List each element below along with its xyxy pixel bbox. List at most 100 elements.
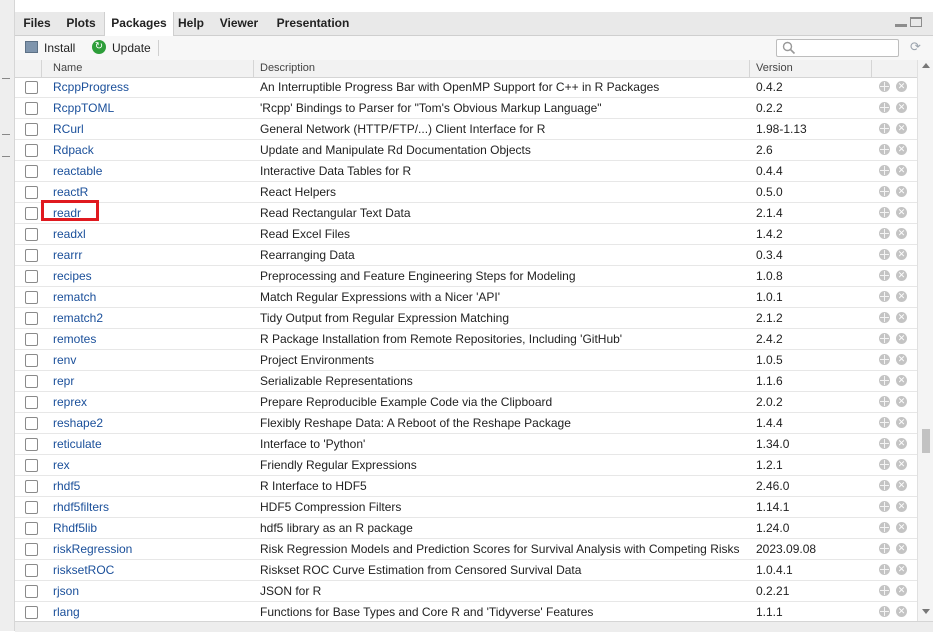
package-search-input[interactable] [776, 39, 899, 57]
globe-icon[interactable] [879, 186, 890, 197]
package-load-checkbox[interactable] [25, 144, 38, 157]
scroll-up-arrow-icon[interactable] [922, 63, 930, 68]
package-name-link[interactable]: Rhdf5lib [53, 518, 97, 539]
globe-icon[interactable] [879, 354, 890, 365]
globe-icon[interactable] [879, 144, 890, 155]
package-name-link[interactable]: rearrr [53, 245, 82, 266]
package-name-link[interactable]: rematch [53, 287, 96, 308]
package-load-checkbox[interactable] [25, 585, 38, 598]
package-load-checkbox[interactable] [25, 522, 38, 535]
package-load-checkbox[interactable] [25, 249, 38, 262]
package-name-link[interactable]: reshape2 [53, 413, 103, 434]
remove-package-icon[interactable]: ✕ [896, 102, 907, 113]
globe-icon[interactable] [879, 81, 890, 92]
remove-package-icon[interactable]: ✕ [896, 438, 907, 449]
globe-icon[interactable] [879, 480, 890, 491]
tab-plots[interactable]: Plots [59, 12, 103, 35]
install-button[interactable]: Install [25, 40, 77, 56]
package-load-checkbox[interactable] [25, 312, 38, 325]
package-name-link[interactable]: rematch2 [53, 308, 103, 329]
remove-package-icon[interactable]: ✕ [896, 585, 907, 596]
package-name-link[interactable]: Rdpack [53, 140, 94, 161]
remove-package-icon[interactable]: ✕ [896, 333, 907, 344]
package-name-link[interactable]: renv [53, 350, 76, 371]
globe-icon[interactable] [879, 291, 890, 302]
remove-package-icon[interactable]: ✕ [896, 480, 907, 491]
package-name-link[interactable]: risksetROC [53, 560, 114, 581]
package-name-link[interactable]: remotes [53, 329, 96, 350]
package-load-checkbox[interactable] [25, 333, 38, 346]
column-header-version[interactable]: Version [756, 60, 793, 77]
package-load-checkbox[interactable] [25, 543, 38, 556]
globe-icon[interactable] [879, 501, 890, 512]
globe-icon[interactable] [879, 207, 890, 218]
package-load-checkbox[interactable] [25, 438, 38, 451]
globe-icon[interactable] [879, 564, 890, 575]
column-header-description[interactable]: Description [260, 60, 315, 77]
package-name-link[interactable]: rex [53, 455, 70, 476]
globe-icon[interactable] [879, 123, 890, 134]
globe-icon[interactable] [879, 606, 890, 617]
package-name-link[interactable]: riskRegression [53, 539, 132, 560]
column-header-name[interactable]: Name [53, 60, 82, 77]
package-load-checkbox[interactable] [25, 375, 38, 388]
globe-icon[interactable] [879, 249, 890, 260]
globe-icon[interactable] [879, 375, 890, 386]
package-load-checkbox[interactable] [25, 165, 38, 178]
globe-icon[interactable] [879, 396, 890, 407]
globe-icon[interactable] [879, 165, 890, 176]
vertical-scrollbar[interactable] [917, 60, 933, 621]
update-button[interactable]: ↻ Update [92, 40, 152, 56]
remove-package-icon[interactable]: ✕ [896, 312, 907, 323]
remove-package-icon[interactable]: ✕ [896, 123, 907, 134]
minimize-pane-icon[interactable] [895, 24, 907, 34]
package-load-checkbox[interactable] [25, 291, 38, 304]
package-load-checkbox[interactable] [25, 564, 38, 577]
package-load-checkbox[interactable] [25, 207, 38, 220]
package-load-checkbox[interactable] [25, 81, 38, 94]
package-load-checkbox[interactable] [25, 102, 38, 115]
package-load-checkbox[interactable] [25, 186, 38, 199]
remove-package-icon[interactable]: ✕ [896, 564, 907, 575]
package-load-checkbox[interactable] [25, 123, 38, 136]
package-load-checkbox[interactable] [25, 354, 38, 367]
globe-icon[interactable] [879, 102, 890, 113]
globe-icon[interactable] [879, 333, 890, 344]
remove-package-icon[interactable]: ✕ [896, 228, 907, 239]
globe-icon[interactable] [879, 228, 890, 239]
scroll-down-arrow-icon[interactable] [922, 609, 930, 614]
package-name-link[interactable]: repr [53, 371, 74, 392]
remove-package-icon[interactable]: ✕ [896, 459, 907, 470]
remove-package-icon[interactable]: ✕ [896, 354, 907, 365]
package-load-checkbox[interactable] [25, 396, 38, 409]
remove-package-icon[interactable]: ✕ [896, 144, 907, 155]
package-name-link[interactable]: reprex [53, 392, 87, 413]
remove-package-icon[interactable]: ✕ [896, 543, 907, 554]
remove-package-icon[interactable]: ✕ [896, 291, 907, 302]
remove-package-icon[interactable]: ✕ [896, 207, 907, 218]
package-name-link[interactable]: rhdf5 [53, 476, 80, 497]
package-name-link[interactable]: reactable [53, 161, 102, 182]
package-load-checkbox[interactable] [25, 501, 38, 514]
package-name-link[interactable]: RcppProgress [53, 77, 129, 98]
refresh-icon[interactable]: ⟳ [910, 40, 924, 54]
package-name-link[interactable]: rjson [53, 581, 79, 602]
tab-help[interactable]: Help [174, 12, 208, 35]
tab-files[interactable]: Files [18, 12, 56, 35]
tab-packages[interactable]: Packages [104, 12, 174, 36]
package-name-link[interactable]: rlang [53, 602, 80, 623]
package-load-checkbox[interactable] [25, 459, 38, 472]
package-name-link[interactable]: reticulate [53, 434, 102, 455]
globe-icon[interactable] [879, 312, 890, 323]
globe-icon[interactable] [879, 522, 890, 533]
remove-package-icon[interactable]: ✕ [896, 522, 907, 533]
remove-package-icon[interactable]: ✕ [896, 249, 907, 260]
remove-package-icon[interactable]: ✕ [896, 270, 907, 281]
package-load-checkbox[interactable] [25, 270, 38, 283]
globe-icon[interactable] [879, 417, 890, 428]
package-name-link[interactable]: rhdf5filters [53, 497, 109, 518]
package-load-checkbox[interactable] [25, 228, 38, 241]
remove-package-icon[interactable]: ✕ [896, 375, 907, 386]
globe-icon[interactable] [879, 459, 890, 470]
remove-package-icon[interactable]: ✕ [896, 606, 907, 617]
